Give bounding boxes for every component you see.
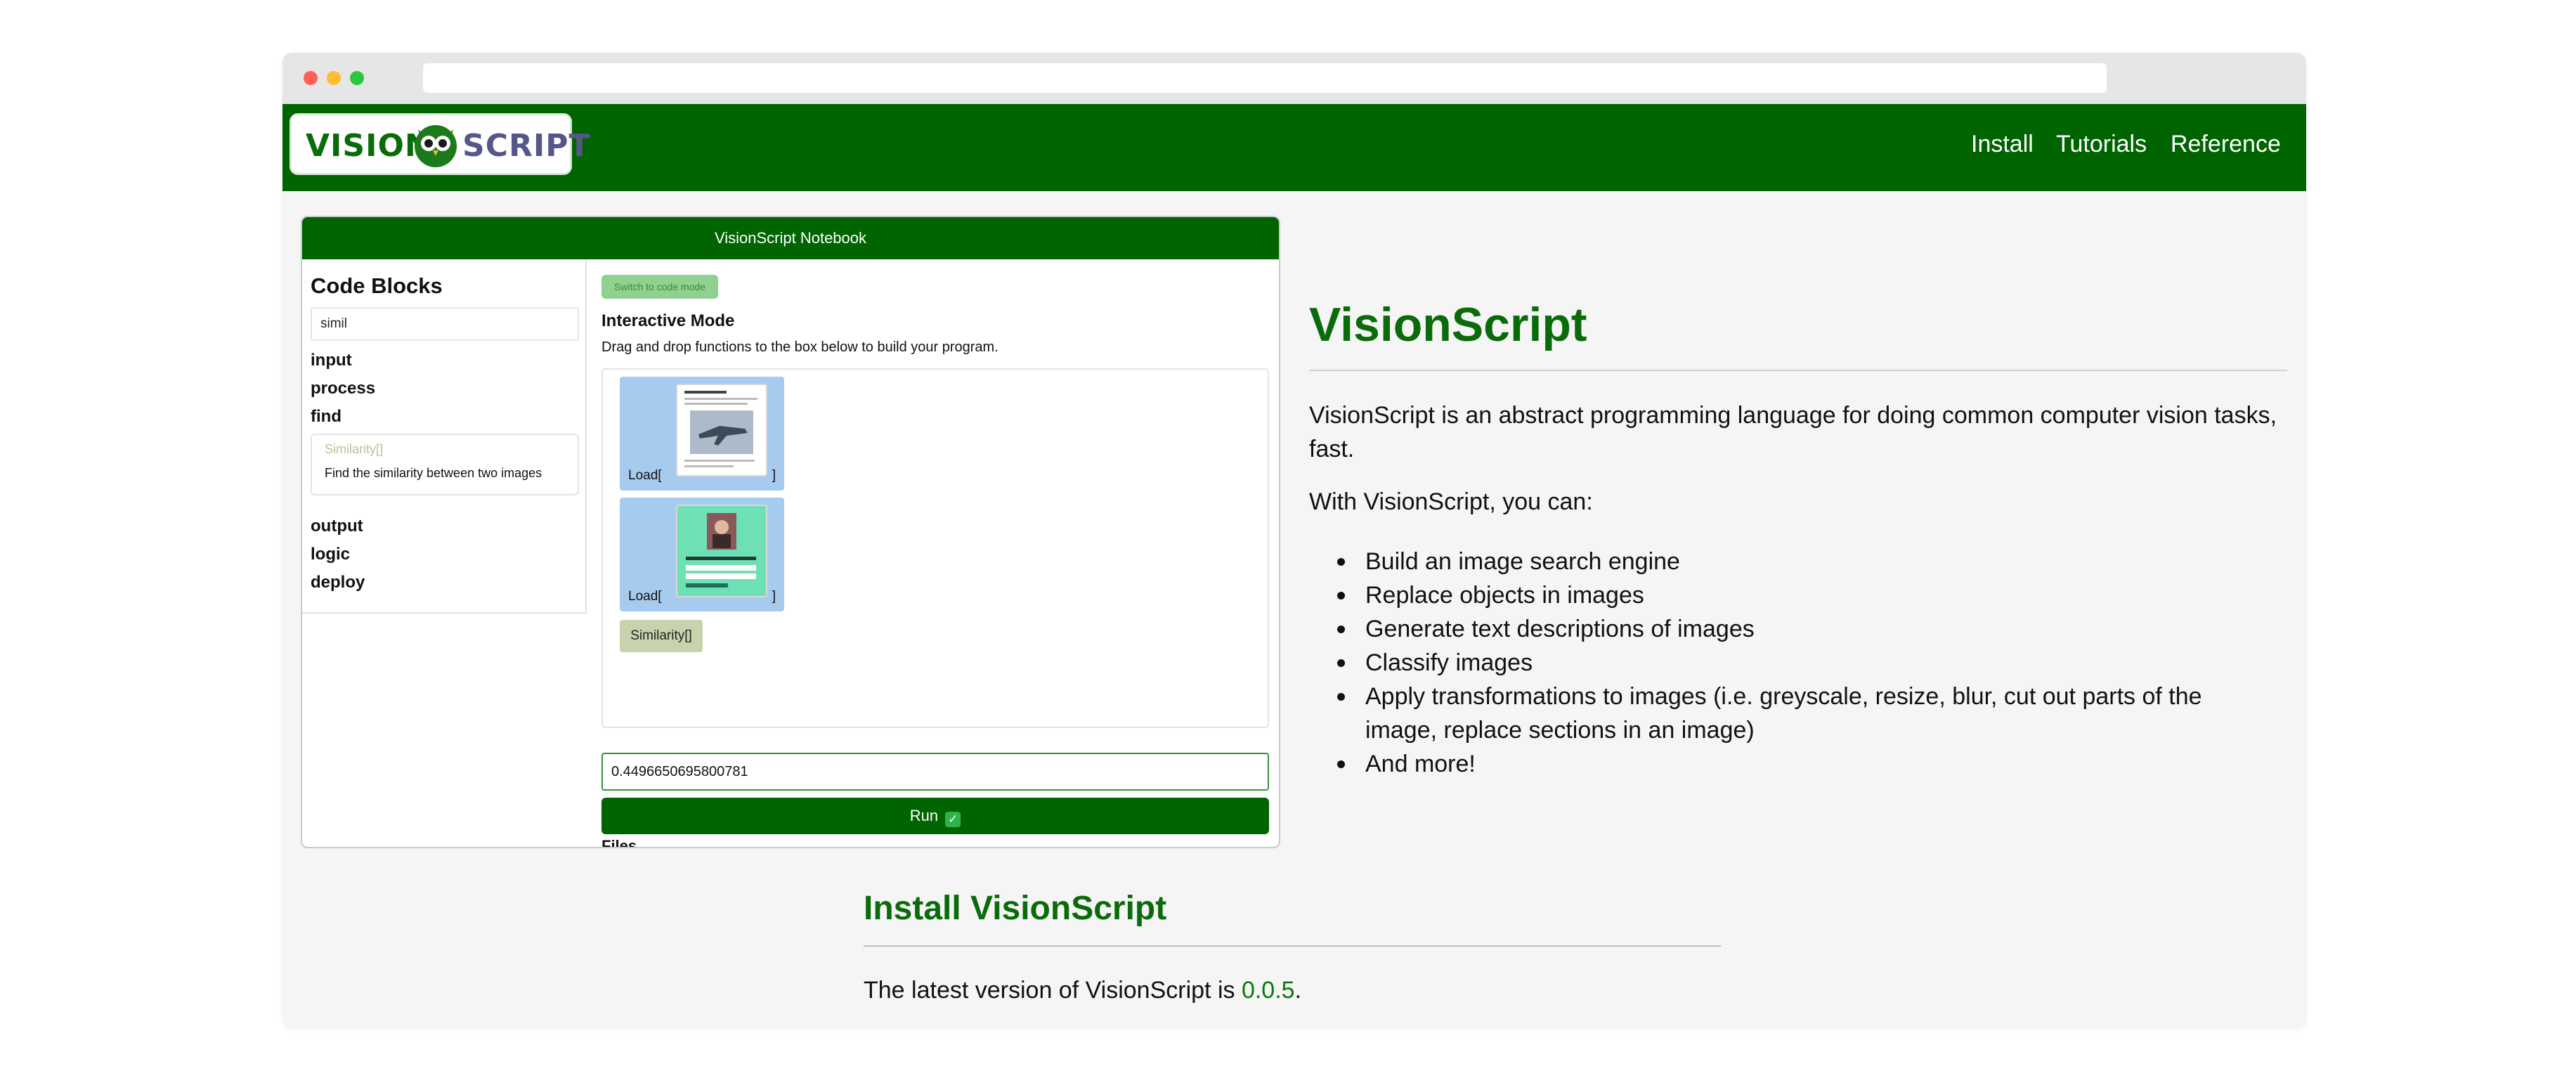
load-block-label: Load[ (628, 468, 662, 483)
check-icon: ✓ (945, 812, 961, 827)
latest-version-suffix: . (1294, 977, 1302, 1004)
similarity-block[interactable]: Similarity[] (620, 620, 703, 652)
list-item: Build an image search engine (1337, 545, 2279, 578)
page-title: VisionScript (1309, 298, 1587, 351)
nav-tutorials-link[interactable]: Tutorials (2056, 131, 2147, 158)
feature-text: And more! (1365, 751, 1476, 777)
notebook-title: VisionScript Notebook (714, 229, 867, 247)
interactive-mode-title: Interactive Mode (601, 311, 735, 330)
list-item: Classify images (1337, 646, 2279, 680)
bullet-icon (1337, 625, 1345, 633)
intro-paragraph: VisionScript is an abstract programming … (1309, 402, 2277, 462)
image-thumbnail (676, 384, 767, 477)
load-block[interactable]: Load[ ] (620, 498, 784, 611)
category-logic[interactable]: logic (311, 545, 350, 564)
nav-reference-link[interactable]: Reference (2171, 131, 2281, 158)
code-blocks-heading: Code Blocks (311, 273, 443, 298)
title-divider (1309, 370, 2287, 371)
feature-text: Build an image search engine (1365, 548, 1680, 575)
minimize-window-icon[interactable] (327, 71, 341, 85)
category-find[interactable]: find (311, 407, 341, 427)
output-result-field[interactable] (601, 753, 1269, 791)
category-deploy[interactable]: deploy (311, 573, 365, 592)
list-item: Apply transformations to images (i.e. gr… (1337, 680, 2279, 747)
notebook-title-bar: VisionScript Notebook (302, 217, 1279, 259)
category-output[interactable]: output (311, 517, 363, 536)
feature-text: Replace objects in images (1365, 582, 1644, 609)
similarity-function-card[interactable]: Similarity[] Find the similarity between… (311, 434, 579, 495)
interactive-mode-description: Drag and drop functions to the box below… (601, 339, 998, 355)
function-name: Similarity[] (325, 442, 384, 456)
feature-list: Build an image search engine Replace obj… (1337, 545, 2279, 781)
run-button-label: Run (909, 807, 939, 824)
program-drop-zone[interactable]: Load[ ] Load[] Similarity[] (601, 368, 1269, 728)
latest-version-prefix: The latest version of VisionScript is (864, 977, 1242, 1004)
function-description: Find the similarity between two images (325, 466, 542, 480)
list-item: Generate text descriptions of images (1337, 612, 2279, 646)
install-divider (864, 945, 1721, 947)
load-block-close: ] (772, 589, 776, 604)
switch-to-code-mode-button[interactable]: Switch to code mode (601, 275, 718, 299)
feature-text: Apply transformations to images (i.e. gr… (1365, 683, 2202, 744)
load-block-label: Load[ (628, 589, 662, 604)
browser-window: VISION SCRIPT Install Tutorials Referenc… (282, 53, 2306, 1028)
close-window-icon[interactable] (304, 71, 318, 85)
feature-text: Classify images (1365, 649, 1533, 676)
list-item: Replace objects in images (1337, 578, 2279, 612)
list-item: And more! (1337, 747, 2279, 781)
bullet-icon (1337, 760, 1345, 768)
logo-text-vision: VISION (306, 128, 431, 164)
bullet-icon (1337, 693, 1345, 701)
logo-text-script: SCRIPT (462, 128, 591, 164)
bullet-icon (1337, 659, 1345, 667)
code-blocks-search-input[interactable] (311, 307, 579, 341)
site-logo[interactable]: VISION SCRIPT (290, 113, 590, 175)
latest-version-text: The latest version of VisionScript is 0.… (864, 977, 1301, 1004)
maximize-window-icon[interactable] (350, 71, 364, 85)
files-heading: Files (601, 837, 637, 848)
code-blocks-sidebar: Code Blocks input process find Similarit… (302, 259, 587, 614)
bullet-icon (1337, 592, 1345, 599)
feature-text: Generate text descriptions of images (1365, 616, 1755, 642)
category-input[interactable]: input (311, 351, 352, 370)
notebook-main: Switch to code mode Interactive Mode Dra… (587, 259, 1279, 848)
latest-version-number[interactable]: 0.0.5 (1242, 977, 1295, 1004)
install-heading: Install VisionScript (864, 890, 1167, 927)
address-bar[interactable] (423, 63, 2107, 93)
load-block-close: ] (772, 468, 776, 483)
features-intro: With VisionScript, you can: (1309, 488, 1593, 515)
category-process[interactable]: process (311, 379, 375, 398)
browser-chrome (282, 53, 2306, 104)
nav-install-link[interactable]: Install (1971, 131, 2034, 158)
bullet-icon (1337, 558, 1345, 566)
owl-logo-icon (415, 125, 457, 167)
load-block[interactable]: Load[ ] (620, 377, 784, 491)
image-thumbnail (676, 505, 767, 597)
visionscript-notebook: VisionScript Notebook Code Blocks input … (301, 216, 1280, 848)
run-button[interactable]: Run ✓ (601, 798, 1269, 834)
